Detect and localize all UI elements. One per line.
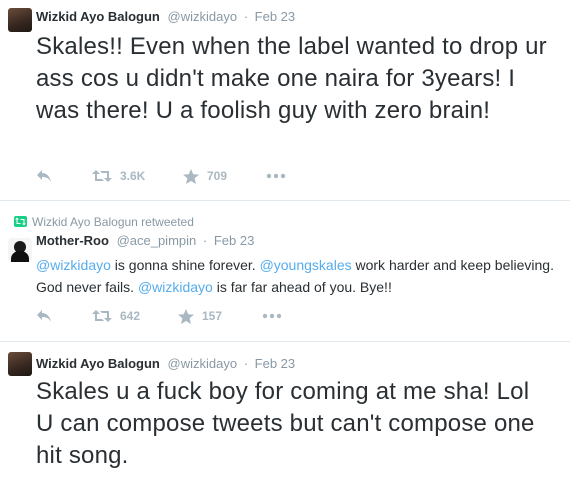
reply-icon (37, 310, 51, 322)
tweet-text: Skales u a fuck boy for coming at me sha… (36, 378, 550, 469)
author-name[interactable]: Wizkid Ayo Balogun (36, 9, 160, 24)
avatar[interactable] (8, 8, 32, 32)
separator: · (243, 9, 249, 24)
retweet-count: 642 (120, 309, 141, 323)
favorite-count: 157 (202, 309, 223, 323)
more-button[interactable] (262, 308, 282, 324)
mention-link[interactable]: @wizkidayo (138, 279, 213, 295)
author-name[interactable]: Wizkid Ayo Balogun (36, 356, 160, 371)
star-icon (183, 168, 199, 184)
author-handle[interactable]: @wizkidayo (168, 356, 238, 371)
tweet-text-segment: is gonna shine forever. (110, 257, 260, 273)
tweet-text: @wizkidayo is gonna shine forever. @youn… (36, 254, 556, 298)
timestamp[interactable]: Feb 23 (214, 233, 254, 248)
retweet-badge-icon (14, 216, 27, 227)
author-handle[interactable]: @wizkidayo (168, 9, 238, 24)
retweet-icon (92, 170, 112, 182)
tweet-2[interactable]: Wizkid Ayo Balogun retweeted Mother-Roo … (0, 201, 570, 342)
tweet-header: Mother-Roo @ace_pimpin · Feb 23 (36, 233, 254, 249)
mention-link[interactable]: @youngskales (260, 257, 352, 273)
tweet-header: Wizkid Ayo Balogun @wizkidayo · Feb 23 (36, 9, 295, 25)
tweet-text: Skales!! Even when the label wanted to d… (36, 33, 547, 124)
favorite-button[interactable]: 709 (183, 168, 227, 184)
tweet-1[interactable]: Wizkid Ayo Balogun @wizkidayo · Feb 23 S… (0, 0, 570, 201)
tweet-text-segment: is far far ahead of you. Bye!! (212, 279, 392, 295)
timestamp[interactable]: Feb 23 (255, 356, 295, 371)
reply-icon (37, 170, 51, 182)
tweet-3[interactable]: Wizkid Ayo Balogun @wizkidayo · Feb 23 S… (0, 342, 570, 486)
tweet-actions: 3.6K 709 (36, 168, 336, 184)
more-icon (266, 173, 286, 179)
favorite-button[interactable]: 157 (178, 308, 222, 324)
star-icon (178, 308, 194, 324)
author-name[interactable]: Mother-Roo (36, 233, 109, 248)
reply-button[interactable] (36, 308, 52, 324)
timestamp[interactable]: Feb 23 (255, 9, 295, 24)
retweet-context: Wizkid Ayo Balogun retweeted (14, 215, 194, 229)
retweet-count: 3.6K (120, 169, 146, 183)
more-button[interactable] (266, 168, 286, 184)
separator: · (202, 233, 208, 248)
avatar[interactable] (8, 352, 32, 376)
reply-button[interactable] (36, 168, 52, 184)
tweet-header: Wizkid Ayo Balogun @wizkidayo · Feb 23 (36, 356, 295, 372)
retweeted-by[interactable]: Wizkid Ayo Balogun retweeted (32, 215, 194, 229)
tweet-actions: 642 157 (36, 308, 336, 324)
avatar[interactable] (8, 238, 32, 262)
mention-link[interactable]: @wizkidayo (36, 257, 111, 273)
favorite-count: 709 (207, 169, 228, 183)
retweet-button[interactable]: 3.6K (92, 168, 145, 184)
more-icon (262, 313, 282, 319)
retweet-button[interactable]: 642 (92, 308, 140, 324)
retweet-icon (92, 310, 112, 322)
separator: · (243, 356, 249, 371)
author-handle[interactable]: @ace_pimpin (117, 233, 197, 248)
